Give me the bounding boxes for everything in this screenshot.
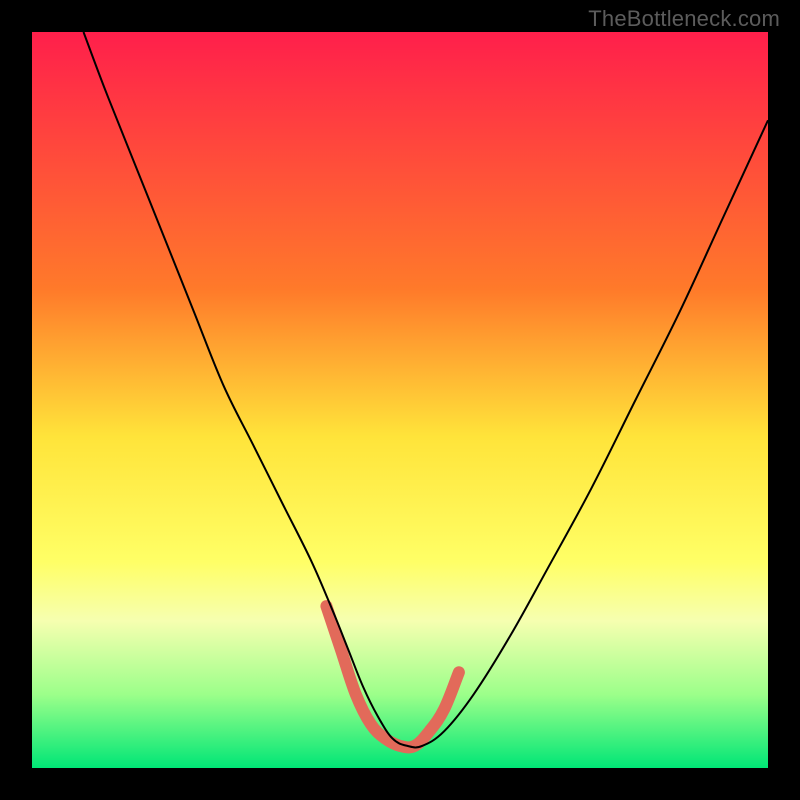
bottleneck-chart	[32, 32, 768, 768]
gradient-background	[32, 32, 768, 768]
plot-area	[32, 32, 768, 768]
watermark-text: TheBottleneck.com	[588, 6, 780, 32]
chart-frame: TheBottleneck.com	[0, 0, 800, 800]
